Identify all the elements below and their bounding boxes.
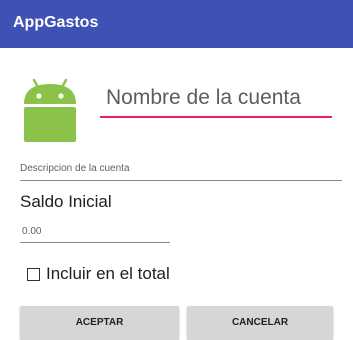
account-name-input[interactable]: Nombre de la cuenta: [106, 86, 301, 110]
include-total-label[interactable]: Incluir en el total: [46, 264, 170, 284]
accept-button[interactable]: ACEPTAR: [20, 306, 179, 340]
include-total-checkbox[interactable]: [27, 268, 40, 281]
account-description-input[interactable]: Descripcion de la cuenta: [20, 163, 130, 174]
account-description-field[interactable]: Descripcion de la cuenta: [20, 158, 342, 181]
app-title: AppGastos: [13, 14, 99, 31]
account-name-field[interactable]: Nombre de la cuenta: [100, 80, 332, 118]
initial-balance-field[interactable]: 0.00: [20, 222, 170, 243]
cancel-button[interactable]: CANCELAR: [187, 306, 333, 340]
app-bar: AppGastos: [0, 0, 353, 48]
android-icon[interactable]: [20, 76, 80, 142]
initial-balance-input[interactable]: 0.00: [22, 226, 41, 237]
initial-balance-label: Saldo Inicial: [20, 192, 112, 211]
